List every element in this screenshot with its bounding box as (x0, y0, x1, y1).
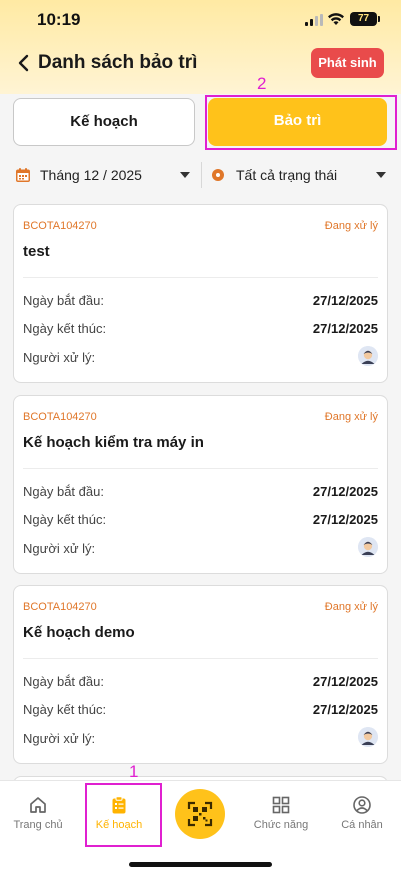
month-dropdown-icon[interactable] (180, 172, 190, 178)
nav-label-chuc-nang: Chức năng (253, 819, 309, 831)
annotation-box-1 (85, 783, 162, 847)
maintenance-card[interactable]: BCOTA104270 Đang xử lý Kế hoạch kiểm tra… (13, 395, 388, 574)
end-date-value: 27/12/2025 (312, 512, 378, 527)
start-date-value: 27/12/2025 (312, 484, 378, 499)
status-dropdown-icon[interactable] (376, 172, 386, 178)
annotation-box-2 (205, 95, 397, 150)
status-filter-icon (212, 169, 224, 181)
nav-header: Danh sách bảo trì Phát sinh (0, 44, 401, 84)
handler-label: Người xử lý: (23, 731, 96, 746)
handler-label: Người xử lý: (23, 350, 96, 365)
status-time: 10:19 (37, 10, 81, 29)
status-bar: 10:19 77 (0, 0, 401, 40)
filter-divider (201, 162, 202, 188)
card-code: BCOTA104270 (23, 220, 97, 232)
avatar (358, 537, 378, 557)
card-divider (23, 468, 378, 469)
card-status: Đang xử lý (324, 411, 378, 423)
signal-icon (305, 14, 323, 26)
bottom-nav: Trang chủ Kế hoạch Chức năng Cá nhân (0, 780, 401, 875)
filter-row: Tháng 12 / 2025 Tất cả trạng thái (0, 160, 401, 190)
phat-sinh-button[interactable]: Phát sinh (311, 48, 384, 78)
card-status: Đang xử lý (324, 220, 378, 232)
annotation-label-2: 2 (257, 74, 267, 93)
back-icon[interactable] (14, 52, 34, 74)
card-status: Đang xử lý (324, 601, 378, 613)
end-date-value: 27/12/2025 (312, 321, 378, 336)
nav-label-ca-nhan: Cá nhân (341, 819, 383, 831)
card-code: BCOTA104270 (23, 411, 97, 423)
card-title: test (23, 243, 50, 260)
nav-label-home: Trang chủ (13, 819, 63, 831)
grid-icon (272, 796, 290, 814)
end-date-value: 27/12/2025 (312, 702, 378, 717)
battery-icon: 77 (350, 12, 380, 26)
qr-scan-button[interactable] (175, 789, 225, 839)
card-title: Kế hoạch demo (23, 624, 135, 641)
page-title: Danh sách bảo trì (38, 52, 198, 73)
start-date-label: Ngày bắt đầu: (23, 674, 104, 689)
home-icon (30, 797, 46, 813)
maintenance-card[interactable]: BCOTA104270 Đang xử lý Kế hoạch demo Ngà… (13, 585, 388, 764)
start-date-value: 27/12/2025 (312, 674, 378, 689)
tab-ke-hoach[interactable]: Kế hoạch (13, 98, 195, 146)
start-date-label: Ngày bắt đầu: (23, 484, 104, 499)
home-indicator (129, 862, 272, 867)
qr-scan-icon (187, 801, 213, 827)
end-date-label: Ngày kết thúc: (23, 512, 107, 527)
start-date-label: Ngày bắt đầu: (23, 293, 104, 308)
calendar-icon (16, 168, 30, 182)
end-date-label: Ngày kết thúc: (23, 321, 107, 336)
avatar (358, 346, 378, 366)
card-divider (23, 277, 378, 278)
card-divider (23, 658, 378, 659)
maintenance-card[interactable]: BCOTA104270 Đang xử lý test Ngày bắt đầu… (13, 204, 388, 383)
card-code: BCOTA104270 (23, 601, 97, 613)
card-title: Kế hoạch kiểm tra máy in (23, 434, 204, 451)
end-date-label: Ngày kết thúc: (23, 702, 107, 717)
month-filter[interactable]: Tháng 12 / 2025 (40, 167, 142, 183)
handler-label: Người xử lý: (23, 541, 96, 556)
start-date-value: 27/12/2025 (312, 293, 378, 308)
status-filter[interactable]: Tất cả trạng thái (236, 167, 337, 183)
avatar (358, 727, 378, 747)
annotation-label-1: 1 (129, 762, 139, 781)
user-icon (353, 796, 371, 814)
wifi-icon (328, 13, 344, 25)
